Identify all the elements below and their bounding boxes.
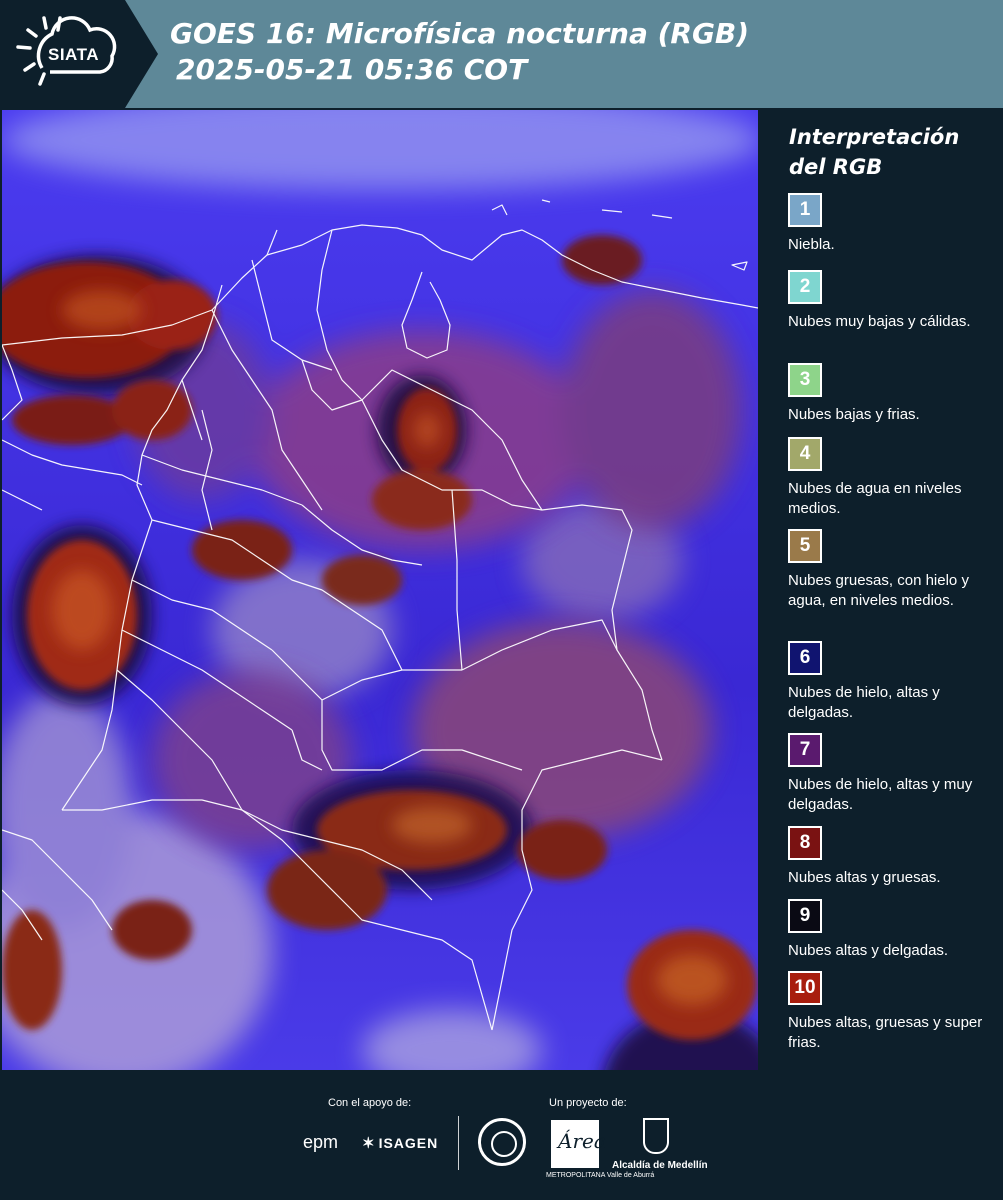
legend-item-5: 5 Nubes gruesas, con hielo y agua, en ni… xyxy=(788,529,998,611)
legend-item-3: 3 Nubes bajas y frias. xyxy=(788,363,998,425)
title-timestamp: 2025-05-21 05:36 COT xyxy=(176,53,528,86)
legend-item-1: 1 Niebla. xyxy=(788,193,998,255)
legend-swatch-9: 9 xyxy=(788,899,822,933)
legend-swatch-4: 4 xyxy=(788,437,822,471)
legend-title-line1: Interpretación xyxy=(789,125,960,149)
legend-label-2: Nubes muy bajas y cálidas. xyxy=(788,313,971,330)
legend-label-1: Niebla. xyxy=(788,236,835,253)
legend-label-9: Nubes altas y delgadas. xyxy=(788,942,949,959)
legend-swatch-6: 6 xyxy=(788,641,822,675)
siata-logo: SIATA xyxy=(0,0,160,108)
legend-swatch-1: 1 xyxy=(788,193,822,227)
siata-logo-text: SIATA xyxy=(48,45,99,64)
page-title: GOES 16: Microfísica nocturna (RGB) 2025… xyxy=(170,16,749,88)
legend-swatch-7: 7 xyxy=(788,733,822,767)
support-label: Con el apoyo de: xyxy=(328,1097,412,1109)
area-metropolitana-logo: Área xyxy=(551,1120,606,1168)
university-seal-icon xyxy=(478,1118,526,1166)
footer-divider xyxy=(458,1116,459,1170)
isagen-star-icon: ✶ xyxy=(362,1135,376,1152)
alcaldia-shield-icon xyxy=(643,1118,669,1154)
legend-title: Interpretación del RGB xyxy=(789,122,959,182)
legend-label-8: Nubes altas y gruesas. xyxy=(788,869,941,886)
legend-item-4: 4 Nubes de agua en niveles medios. xyxy=(788,437,998,519)
legend-item-7: 7 Nubes de hielo, altas y muy delgadas. xyxy=(788,733,998,815)
satellite-image xyxy=(2,110,758,1070)
satellite-map xyxy=(2,110,758,1070)
area-logo-text: Área xyxy=(558,1129,606,1153)
footer: Con el apoyo de: Un proyecto de: epm ✶ IS… xyxy=(0,1070,1003,1200)
legend-label-4: Nubes de agua en niveles medios. xyxy=(788,480,962,517)
alcaldia-medellin-text: Alcaldía de Medellín xyxy=(612,1160,708,1171)
legend-swatch-8: 8 xyxy=(788,826,822,860)
legend-swatch-10: 10 xyxy=(788,971,822,1005)
area-metropolitana-text: METROPOLITANA Valle de Aburrá xyxy=(546,1172,655,1179)
epm-logo: epm xyxy=(303,1132,339,1152)
legend-item-6: 6 Nubes de hielo, altas y delgadas. xyxy=(788,641,998,723)
legend-item-2: 2 Nubes muy bajas y cálidas. xyxy=(788,270,998,332)
legend-label-5: Nubes gruesas, con hielo y agua, en nive… xyxy=(788,572,969,609)
legend-item-8: 8 Nubes altas y gruesas. xyxy=(788,826,998,888)
legend-label-6: Nubes de hielo, altas y delgadas. xyxy=(788,684,940,721)
legend-label-3: Nubes bajas y frias. xyxy=(788,406,920,423)
project-label: Un proyecto de: xyxy=(549,1097,627,1109)
legend-swatch-2: 2 xyxy=(788,270,822,304)
isagen-logo: ✶ ISAGEN xyxy=(362,1134,438,1152)
legend-title-line2: del RGB xyxy=(789,155,883,179)
legend-panel: Interpretación del RGB 1 Niebla. 2 Nubes… xyxy=(760,108,1003,1070)
legend-label-10: Nubes altas, gruesas y super frias. xyxy=(788,1014,983,1051)
title-product: GOES 16: Microfísica nocturna (RGB) xyxy=(170,17,750,50)
header: SIATA GOES 16: Microfísica nocturna (RGB… xyxy=(0,0,1003,108)
legend-swatch-3: 3 xyxy=(788,363,822,397)
isagen-logo-text: ISAGEN xyxy=(378,1135,439,1151)
legend-item-10: 10 Nubes altas, gruesas y super frias. xyxy=(788,971,998,1053)
legend-swatch-5: 5 xyxy=(788,529,822,563)
legend-label-7: Nubes de hielo, altas y muy delgadas. xyxy=(788,776,973,813)
legend-item-9: 9 Nubes altas y delgadas. xyxy=(788,899,998,961)
